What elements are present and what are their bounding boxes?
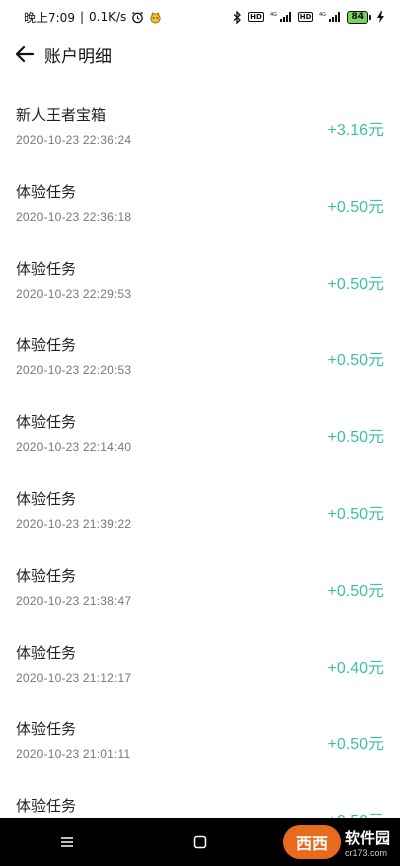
record-time: 2020-10-23 21:01:11 <box>16 747 131 762</box>
site-watermark: 西西 软件园 cr173.com <box>282 818 390 866</box>
record-title: 体验任务 <box>16 489 77 508</box>
status-bar: 晚上7:09 | 0.1K/s HD 4G HD 4G 84 <box>0 0 400 34</box>
record-amount: +0.50元 <box>327 198 385 216</box>
home-square-icon <box>193 835 207 849</box>
status-separator: | <box>79 10 84 24</box>
notification-app-icon <box>149 11 162 24</box>
record-time: 2020-10-23 22:14:40 <box>16 440 132 455</box>
record-amount: +0.50元 <box>327 275 385 293</box>
record-amount: +0.50元 <box>327 505 385 523</box>
record-amount: +0.50元 <box>327 352 385 370</box>
status-speed: 0.1K/s <box>89 10 127 24</box>
record-amount: +3.16元 <box>327 122 385 139</box>
record-title: 体验任务 <box>16 566 77 585</box>
record-amount: +0.40元 <box>327 659 385 677</box>
record-amount: +0.50元 <box>327 736 385 754</box>
record-time: 2020-10-23 21:38:47 <box>16 593 132 608</box>
record-time: 2020-10-23 22:20:53 <box>16 363 132 378</box>
record-title: 体验任务 <box>16 643 77 662</box>
record-title: 体验任务 <box>16 797 77 816</box>
watermark-text: 软件园 cr173.com <box>345 827 390 858</box>
arrow-left-icon <box>15 45 35 63</box>
record-amount: +0.50元 <box>327 582 385 600</box>
record-time: 2020-10-23 22:36:18 <box>16 209 132 224</box>
list-item[interactable]: 新人王者宝箱 2020-10-23 22:36:24 +3.16元 <box>0 80 400 157</box>
svg-text:4G: 4G <box>319 12 326 18</box>
status-left: 晚上7:09 | 0.1K/s <box>24 9 162 26</box>
record-time: 2020-10-23 22:29:53 <box>16 286 132 301</box>
record-title: 体验任务 <box>16 259 77 278</box>
status-time: 晚上7:09 <box>24 10 75 25</box>
battery-level: 84 <box>347 10 368 24</box>
record-title: 体验任务 <box>16 413 77 432</box>
record-time: 2020-10-23 21:12:17 <box>16 670 132 685</box>
record-amount: +0.50元 <box>327 429 385 447</box>
list-item[interactable]: 体验任务 2020-10-23 21:38:47 +0.50元 <box>0 541 400 618</box>
account-record-list[interactable]: 新人王者宝箱 2020-10-23 22:36:24 +3.16元 体验任务 2… <box>0 80 400 820</box>
list-item[interactable]: 体验任务 2020-10-23 21:12:17 +0.40元 <box>0 618 400 695</box>
record-title: 体验任务 <box>16 182 77 201</box>
back-button[interactable] <box>14 43 36 65</box>
signal-icon-2: 4G <box>319 11 341 23</box>
page-title: 账户明细 <box>44 46 112 67</box>
watermark-name: 软件园 <box>344 828 390 847</box>
record-time: 2020-10-23 22:36:24 <box>16 133 132 147</box>
charging-icon <box>377 11 384 23</box>
page-header: 账户明细 <box>0 34 400 74</box>
record-title: 体验任务 <box>16 720 77 739</box>
watermark-url: cr173.com <box>344 847 388 858</box>
status-right: HD 4G HD 4G 84 <box>233 10 384 24</box>
list-item[interactable]: 体验任务 +0.50元 <box>0 771 400 820</box>
home-button[interactable] <box>180 822 220 862</box>
battery-indicator: 84 <box>347 10 371 24</box>
alarm-icon <box>131 11 144 24</box>
list-item[interactable]: 体验任务 2020-10-23 22:36:18 +0.50元 <box>0 157 400 234</box>
list-item[interactable]: 体验任务 2020-10-23 22:20:53 +0.50元 <box>0 310 400 387</box>
bluetooth-icon <box>233 10 242 24</box>
watermark-logo: 西西 <box>282 825 341 859</box>
list-item[interactable]: 体验任务 2020-10-23 22:14:40 +0.50元 <box>0 387 400 464</box>
list-item[interactable]: 体验任务 2020-10-23 22:29:53 +0.50元 <box>0 234 400 311</box>
svg-text:4G: 4G <box>270 12 277 18</box>
record-title: 新人王者宝箱 <box>16 106 107 124</box>
signal-icon: 4G <box>270 11 292 23</box>
menu-icon <box>60 837 73 847</box>
record-time: 2020-10-23 21:39:22 <box>16 516 132 531</box>
list-item[interactable]: 体验任务 2020-10-23 21:01:11 +0.50元 <box>0 694 400 771</box>
hd-badge-2: HD <box>297 12 314 22</box>
record-title: 体验任务 <box>16 336 77 355</box>
list-item[interactable]: 体验任务 2020-10-23 21:39:22 +0.50元 <box>0 464 400 541</box>
battery-cap <box>369 14 371 20</box>
menu-button[interactable] <box>47 822 87 862</box>
hd-badge: HD <box>248 12 264 22</box>
